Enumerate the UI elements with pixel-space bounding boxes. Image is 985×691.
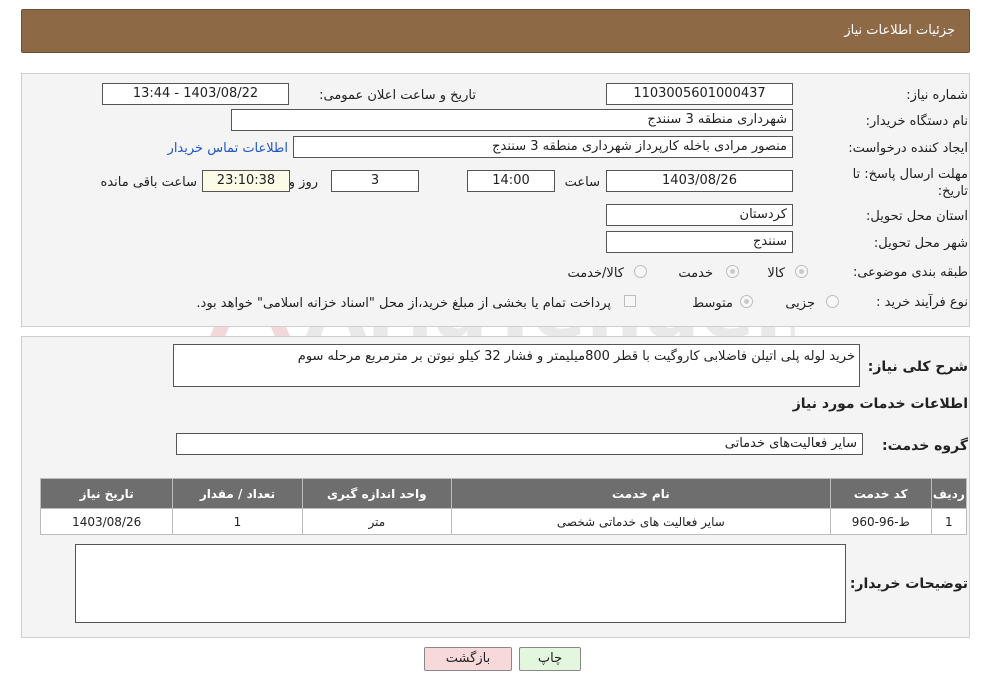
creator-label: ایجاد کننده درخواست:	[848, 141, 968, 156]
deadline-hour-label: ساعت	[564, 175, 600, 190]
cell-need-date: 1403/08/26	[39, 508, 174, 535]
buyer-notes-textarea[interactable]	[75, 544, 846, 623]
buyer-org-label: نام دستگاه خریدار:	[865, 114, 968, 129]
cell-quantity: 1	[172, 508, 303, 535]
category-goods-label: کالا	[767, 266, 785, 281]
table-row: 1 ط-96-960 سایر فعالیت های خدماتی شخصی م…	[39, 508, 968, 535]
buyer-contact-link[interactable]: اطلاعات تماس خریدار	[168, 141, 288, 156]
city-label: شهر محل تحویل:	[873, 236, 968, 251]
category-label: طبقه بندی موضوعی:	[852, 265, 968, 280]
need-number-label: شماره نیاز:	[906, 88, 968, 103]
service-group-label: گروه خدمت:	[882, 438, 968, 454]
creator-field: منصور مرادی باخله کارپرداز شهرداری منطقه…	[293, 136, 793, 158]
city-field: سنندج	[606, 231, 793, 253]
province-label: استان محل تحویل:	[866, 209, 968, 224]
cell-service-code: ط-96-960	[829, 508, 932, 535]
print-button[interactable]: چاپ	[519, 647, 581, 671]
treasury-payment-note: پرداخت تمام یا بخشی از مبلغ خرید،از محل …	[196, 296, 611, 311]
province-field: کردستان	[606, 204, 793, 226]
category-goods-service-label: کالا/خدمت	[567, 266, 624, 281]
remaining-time-label: ساعت باقی مانده	[100, 175, 197, 190]
deadline-label: مهلت ارسال پاسخ: تا	[852, 167, 968, 182]
purchase-small-radio[interactable]	[826, 295, 839, 308]
services-section-title: اطلاعات خدمات مورد نیاز	[792, 396, 968, 412]
category-goods-service-radio[interactable]	[634, 265, 647, 278]
col-unit-header: واحد اندازه گیری	[301, 478, 453, 509]
back-button[interactable]: بازگشت	[424, 647, 512, 671]
purchase-type-label: نوع فرآیند خرید :	[876, 295, 968, 310]
description-label: شرح کلی نیاز:	[867, 359, 968, 375]
cell-row-number: 1	[930, 508, 968, 535]
col-row-header: ردیف	[930, 478, 968, 509]
purchase-medium-radio[interactable]	[740, 295, 753, 308]
purchase-medium-label: متوسط	[692, 296, 733, 311]
deadline-label-date: تاریخ:	[937, 184, 968, 199]
buyer-notes-label: توضیحات خریدار:	[849, 576, 968, 592]
cell-unit: متر	[301, 508, 453, 535]
treasury-payment-checkbox[interactable]	[624, 295, 636, 307]
page-header: جزئیات اطلاعات نیاز	[21, 9, 970, 53]
services-table: ردیف کد خدمت نام خدمت واحد اندازه گیری ت…	[39, 478, 968, 535]
page-title: جزئیات اطلاعات نیاز	[844, 23, 955, 38]
deadline-time-field: 14:00	[467, 170, 555, 192]
days-field: 3	[331, 170, 419, 192]
col-name-header: نام خدمت	[451, 478, 831, 509]
buyer-org-field: شهرداری منطقه 3 سنندج	[231, 109, 793, 131]
service-group-field: سایر فعالیت‌های خدماتی	[176, 433, 863, 455]
announce-date-label: تاریخ و ساعت اعلان عمومی:	[319, 88, 476, 103]
category-service-radio[interactable]	[726, 265, 739, 278]
remaining-time-field: 23:10:38	[202, 170, 290, 192]
description-textarea[interactable]: خرید لوله پلی اتیلن فاضلابی کاروگیت با ق…	[173, 344, 860, 387]
col-date-header: تاریخ نیاز	[39, 478, 174, 509]
days-label: روز و	[288, 175, 318, 190]
category-goods-radio[interactable]	[795, 265, 808, 278]
col-code-header: کد خدمت	[829, 478, 932, 509]
deadline-date-field: 1403/08/26	[606, 170, 793, 192]
purchase-small-label: جزیی	[785, 296, 815, 311]
cell-service-name: سایر فعالیت های خدماتی شخصی	[451, 508, 831, 535]
need-number-field: 1103005601000437	[606, 83, 793, 105]
announce-date-field: 1403/08/22 - 13:44	[102, 83, 289, 105]
col-quantity-header: تعداد / مقدار	[172, 478, 303, 509]
category-service-label: خدمت	[678, 266, 713, 281]
